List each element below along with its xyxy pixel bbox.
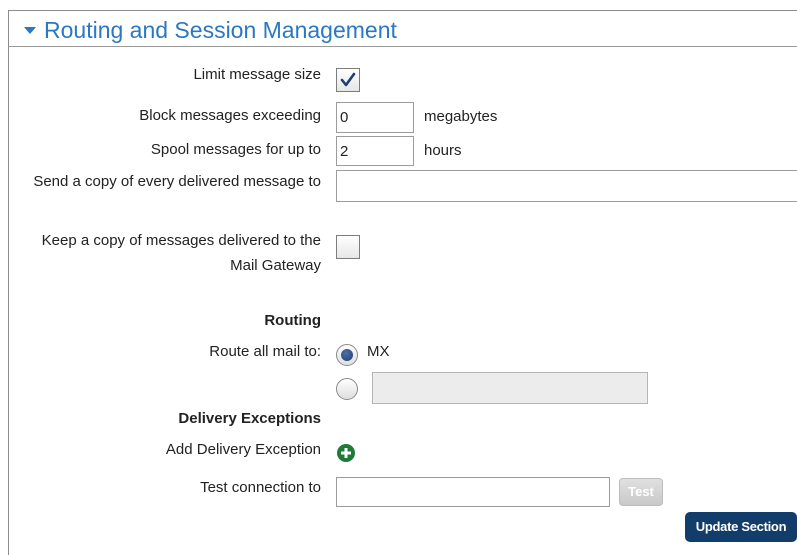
route-all-mail-label: Route all mail to: — [209, 343, 321, 360]
block-exceeding-label: Block messages exceeding — [139, 107, 321, 124]
keep-copy-checkbox[interactable] — [336, 235, 360, 259]
add-plus-icon[interactable] — [336, 443, 356, 463]
megabytes-unit: megabytes — [424, 108, 498, 125]
block-exceeding-input[interactable] — [336, 102, 414, 133]
limit-size-label: Limit message size — [193, 66, 321, 83]
route-custom-radio[interactable] — [336, 378, 358, 400]
section-title: Routing and Session Management — [44, 17, 397, 43]
add-delivery-exception-label: Add Delivery Exception — [165, 441, 321, 458]
checkmark-icon — [340, 72, 356, 87]
test-connection-input[interactable] — [336, 477, 610, 507]
hours-unit: hours — [424, 142, 462, 159]
update-section-button[interactable]: Update Section — [685, 512, 797, 542]
route-mx-radio[interactable] — [336, 344, 358, 366]
test-connection-label: Test connection to — [200, 479, 321, 496]
spool-input[interactable] — [336, 136, 414, 166]
delivery-exceptions-heading: Delivery Exceptions — [178, 410, 321, 427]
send-copy-label: Send a copy of every delivered message t… — [33, 173, 321, 190]
route-custom-input[interactable] — [372, 372, 648, 404]
radio-selected-dot — [341, 349, 353, 361]
spool-label: Spool messages for up to — [150, 141, 321, 158]
section-panel — [8, 10, 797, 555]
limit-size-checkbox[interactable] — [336, 68, 360, 92]
routing-heading: Routing — [264, 312, 321, 329]
section-header[interactable]: Routing and Session Management — [8, 10, 797, 47]
test-button[interactable]: Test — [619, 478, 663, 506]
collapse-caret-icon[interactable] — [24, 27, 36, 34]
route-mx-label: MX — [367, 343, 390, 360]
keep-copy-label: Keep a copy of messages delivered to the… — [41, 232, 321, 274]
send-copy-input[interactable] — [336, 170, 797, 202]
